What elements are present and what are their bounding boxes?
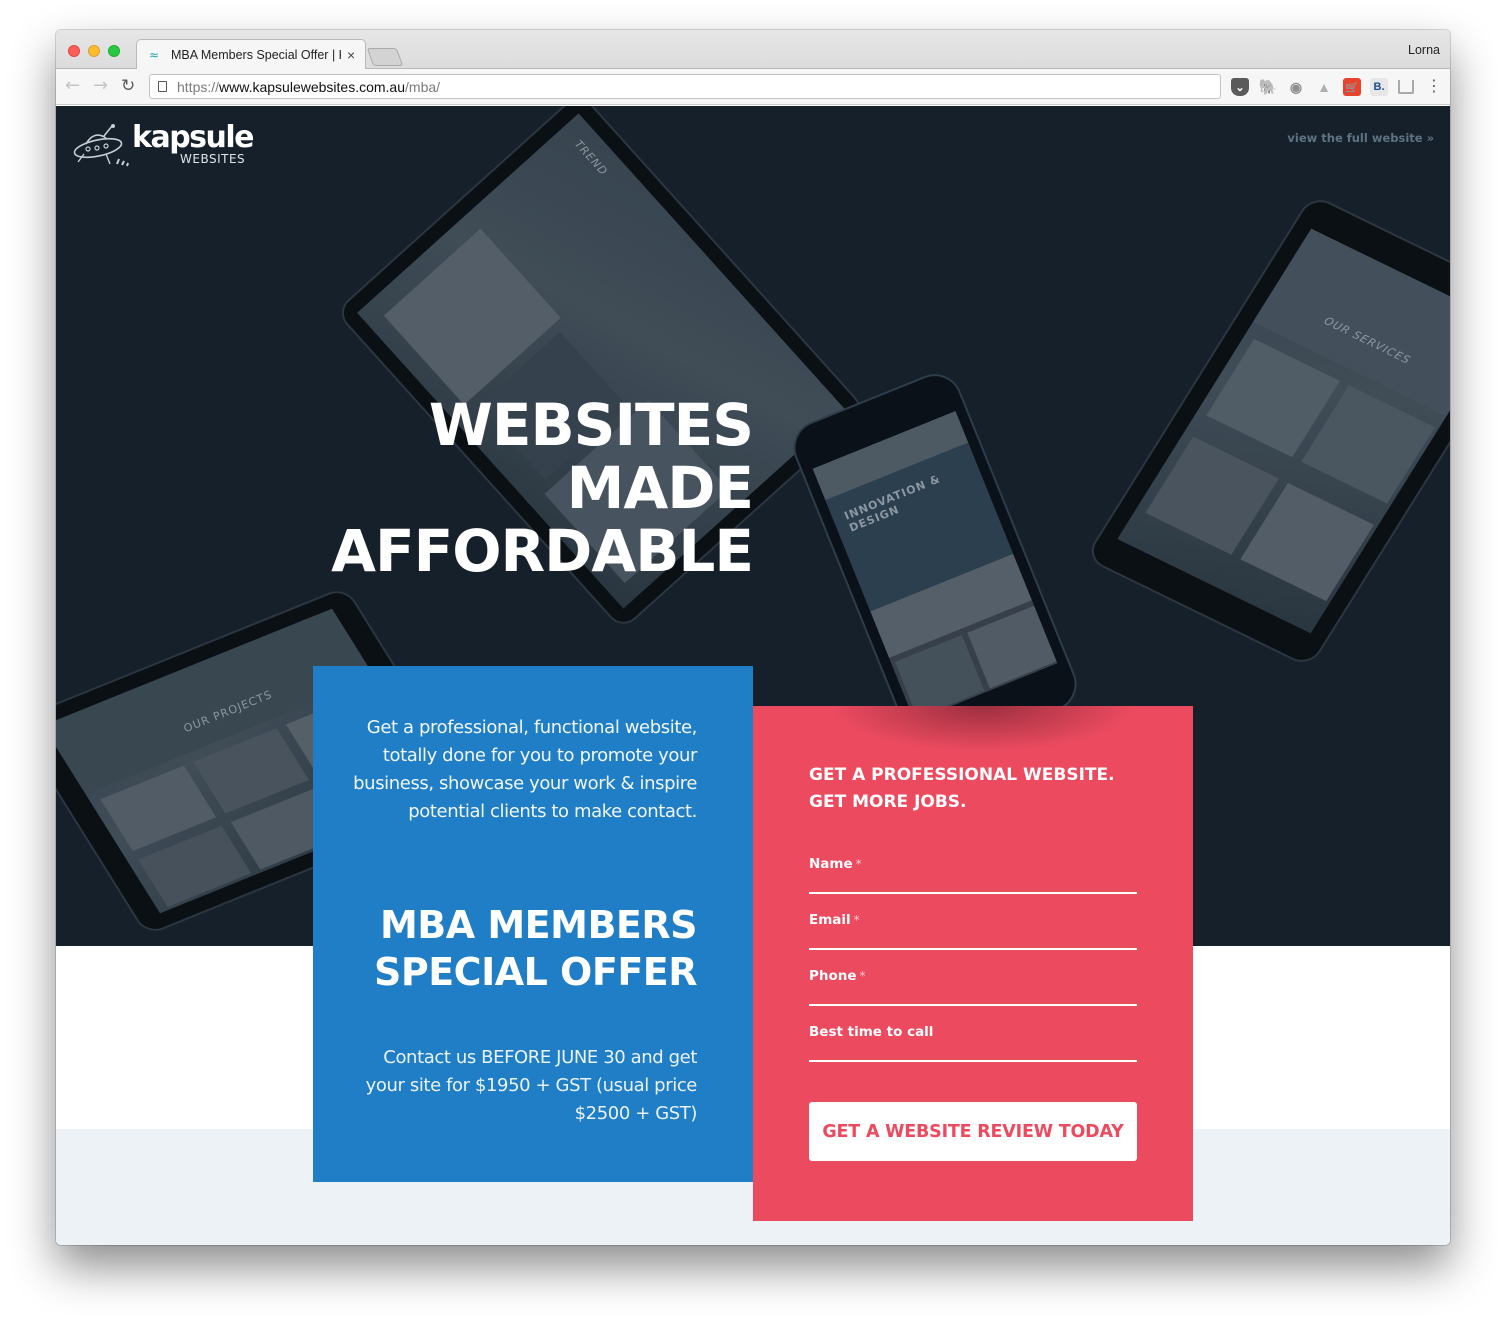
email-input[interactable] — [809, 910, 1137, 948]
website-review-submit-button[interactable]: GET A WEBSITE REVIEW TODAY — [809, 1102, 1137, 1161]
tablet-right-mockup: OUR SERVICES — [1084, 193, 1450, 669]
best-time-field: Best time to call — [809, 1022, 1137, 1062]
inbox-icon[interactable] — [1398, 80, 1414, 94]
offer-intro-text: Get a professional, functional website, … — [353, 717, 697, 822]
browser-titlebar: ≈ MBA Members Special Offer | Kapsule We… — [56, 30, 1450, 70]
profile-name[interactable]: Lorna — [1408, 43, 1440, 57]
browser-toolbar: ← → ↻ https://www.kapsulewebsites.com.au… — [56, 69, 1450, 105]
headline-line-3: AFFORDABLE — [331, 517, 754, 585]
ufo-icon — [73, 124, 129, 167]
evernote-icon[interactable]: 🐘 — [1259, 78, 1278, 96]
hero-headline: WEBSITES MADE AFFORDABLE — [256, 391, 754, 585]
form-heading-line-2: GET MORE JOBS. — [809, 792, 967, 812]
offer-title-line-2: SPECIAL OFFER — [374, 950, 698, 994]
best-time-input[interactable] — [809, 1022, 1137, 1060]
browser-menu-icon[interactable]: ⋮ — [1426, 77, 1442, 95]
logo-subtitle: WEBSITES — [180, 152, 246, 166]
form-heading: GET A PROFESSIONAL WEBSITE. GET MORE JOB… — [809, 762, 1149, 816]
booking-icon[interactable]: B. — [1370, 78, 1388, 96]
page-icon — [158, 81, 167, 92]
url-path: /mba/ — [405, 78, 441, 95]
offer-title: MBA MEMBERS SPECIAL OFFER — [333, 902, 698, 996]
close-tab-icon[interactable]: × — [347, 47, 355, 63]
url-host: www.kapsulewebsites.com.au — [219, 78, 406, 95]
minimize-window-button[interactable] — [88, 45, 100, 57]
zoom-window-button[interactable] — [108, 45, 120, 57]
forward-icon[interactable]: → — [93, 76, 108, 96]
tablet-right-screen: OUR SERVICES — [1117, 228, 1450, 634]
name-input[interactable] — [809, 854, 1137, 892]
page-viewport: TREND OUR SERVICES OUR PROJECTS INNOVATI… — [56, 106, 1450, 1245]
url-scheme: https:// — [177, 78, 220, 95]
pocket-icon[interactable]: ⌄ — [1231, 78, 1249, 96]
camera-icon[interactable]: ◉ — [1287, 78, 1305, 96]
headline-line-2: MADE — [566, 454, 754, 522]
offer-details-text: Contact us BEFORE JUNE 30 and get your s… — [365, 1047, 698, 1124]
phone-input[interactable] — [809, 966, 1137, 1004]
address-bar[interactable]: https://www.kapsulewebsites.com.au/mba/ — [149, 74, 1221, 99]
form-heading-line-1: GET A PROFESSIONAL WEBSITE. — [809, 765, 1115, 785]
shopping-cart-icon[interactable]: 🛒 — [1343, 78, 1361, 96]
logo-wordmark: kapsule — [132, 120, 255, 155]
browser-tab-active[interactable]: ≈ MBA Members Special Offer | Kapsule We… — [136, 39, 366, 70]
reload-icon[interactable]: ↻ — [121, 76, 135, 96]
phone-screen: INNOVATION & DESIGN — [812, 411, 1058, 721]
turtle-icon: ≈ — [149, 48, 160, 62]
new-tab-button[interactable] — [366, 48, 404, 66]
close-window-button[interactable] — [68, 45, 80, 57]
offer-panel: Get a professional, functional website, … — [313, 666, 753, 1182]
laptop-screen-label: TREND — [571, 137, 611, 179]
offer-title-line-1: MBA MEMBERS — [379, 903, 698, 947]
kapsule-logo[interactable]: kapsule WEBSITES — [72, 120, 272, 170]
drive-icon[interactable]: ▲ — [1315, 78, 1333, 96]
browser-window: ≈ MBA Members Special Offer | Kapsule We… — [56, 30, 1450, 1245]
email-field: Email * — [809, 910, 1137, 950]
name-field: Name * — [809, 854, 1137, 894]
phone-field: Phone * — [809, 966, 1137, 1006]
tab-title: MBA Members Special Offer | Kapsule Webs… — [171, 48, 341, 62]
view-full-website-link[interactable]: view the full website » — [1287, 131, 1434, 145]
contact-form: GET A PROFESSIONAL WEBSITE. GET MORE JOB… — [753, 706, 1193, 1221]
headline-line-1: WEBSITES — [428, 391, 754, 459]
back-icon[interactable]: ← — [65, 76, 80, 96]
